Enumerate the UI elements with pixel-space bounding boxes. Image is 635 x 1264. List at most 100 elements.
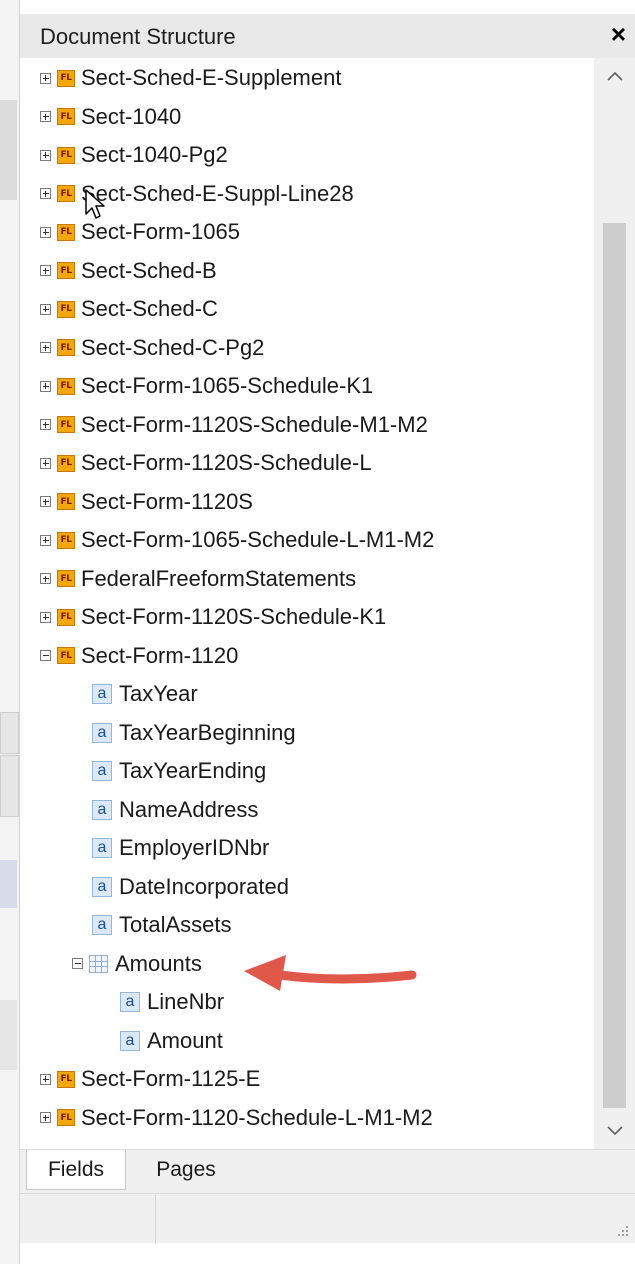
section-folder-icon: FL [57, 108, 75, 125]
collapse-icon[interactable] [40, 650, 51, 661]
section-folder-icon: FL [57, 339, 75, 356]
tree-item-label: Sect-Form-1120S-Schedule-K1 [81, 604, 387, 629]
tree-item-label: Sect-Form-1120 [81, 642, 239, 668]
vertical-scrollbar[interactable] [594, 58, 635, 1149]
tree-field-item[interactable]: a TaxYear [92, 676, 198, 712]
tree-field-item[interactable]: a LineNbr [120, 984, 224, 1020]
tree-item-label: NameAddress [119, 796, 259, 822]
text-field-icon: a [120, 992, 140, 1012]
scroll-up-button[interactable] [594, 58, 635, 94]
section-folder-icon: FL [57, 416, 75, 433]
background-window-strip [0, 0, 19, 1264]
tree-section-item[interactable]: FL Sect-Form-1120S-Schedule-L [40, 445, 372, 481]
section-folder-icon: FL [57, 185, 75, 202]
tree-item-label: Sect-Sched-C [81, 296, 218, 321]
collapse-icon[interactable] [72, 958, 83, 969]
text-field-icon: a [92, 761, 112, 781]
tree-item-label: Amounts [115, 950, 202, 976]
tree-item-label: TotalAssets [119, 912, 232, 937]
tree-table-item[interactable]: Amounts [72, 946, 202, 982]
tree-section-item[interactable]: FL Sect-Form-1120S-Schedule-M1-M2 [40, 407, 428, 443]
section-folder-icon: FL [57, 300, 75, 318]
mouse-cursor-icon [85, 189, 105, 219]
tree-section-item[interactable]: FL Sect-Form-1120 [40, 638, 238, 674]
tree-field-item[interactable]: a NameAddress [92, 792, 258, 828]
expand-icon[interactable] [40, 265, 51, 276]
scroll-down-button[interactable] [594, 1113, 635, 1149]
expand-icon[interactable] [40, 188, 51, 199]
tree-section-item[interactable]: FL Sect-Form-1120S [40, 484, 253, 520]
close-icon[interactable]: × [611, 19, 626, 50]
tree-field-item[interactable]: a EmployerIDNbr [92, 830, 269, 866]
expand-icon[interactable] [40, 573, 51, 584]
tree-section-item[interactable]: FL FederalFreeformStatements [40, 561, 356, 597]
expand-icon[interactable] [40, 534, 51, 546]
background-block [0, 755, 19, 817]
tree-item-label: EmployerIDNbr [119, 835, 270, 860]
tree-section-item[interactable]: FL Sect-Sched-C-Pg2 [40, 330, 264, 366]
resize-grip-icon[interactable] [615, 1223, 629, 1237]
tree-section-item[interactable]: FL Sect-Form-1065 [40, 214, 240, 250]
tree-item-label: Sect-Form-1120S [81, 488, 253, 514]
tree-field-item[interactable]: a Amount [120, 1023, 223, 1059]
status-bar [20, 1193, 635, 1244]
expand-icon[interactable] [40, 303, 51, 315]
tree-section-item[interactable]: FL Sect-Sched-E-Supplement [40, 60, 341, 96]
tree-item-label: Sect-Sched-E-Suppl-Line28 [81, 180, 354, 206]
tree-item-label: LineNbr [147, 989, 225, 1014]
tree-item-label: Sect-Form-1120S-Schedule-M1-M2 [81, 411, 428, 437]
scrollbar-thumb[interactable] [603, 223, 626, 1108]
tab-fields[interactable]: Fields [26, 1150, 126, 1190]
tree-item-label: Sect-Form-1120S-Schedule-L [81, 450, 372, 475]
tree-section-item[interactable]: FL Sect-Form-1120-Schedule-L-M1-M2 [40, 1100, 433, 1136]
tree-section-item[interactable]: FL Sect-Sched-C [40, 291, 218, 327]
section-folder-icon: FL [57, 454, 75, 472]
tree-item-label: Sect-Sched-C-Pg2 [81, 334, 265, 360]
section-folder-icon: FL [57, 1070, 75, 1088]
tree-section-item[interactable]: FL Sect-Form-1065-Schedule-K1 [40, 368, 373, 404]
expand-icon[interactable] [40, 111, 51, 122]
expand-icon[interactable] [40, 226, 51, 238]
tree-item-label: TaxYear [119, 681, 198, 706]
expand-icon[interactable] [40, 1112, 51, 1123]
tree-item-label: TaxYearEnding [119, 758, 267, 783]
tree-field-item[interactable]: a TotalAssets [92, 907, 232, 943]
tree-section-item[interactable]: FL Sect-1040-Pg2 [40, 137, 228, 173]
panel-tabs: Fields Pages [20, 1149, 635, 1193]
tree-field-item[interactable]: a TaxYearEnding [92, 753, 266, 789]
tree-section-item[interactable]: FL Sect-1040 [40, 99, 181, 135]
tree-section-item[interactable]: FL Sect-Form-1065-Schedule-L-M1-M2 [40, 522, 434, 558]
tree-item-label: Sect-Form-1065-Schedule-K1 [81, 373, 374, 398]
status-divider [155, 1194, 156, 1244]
expand-icon[interactable] [40, 72, 51, 84]
chevron-up-icon [606, 71, 623, 81]
tree-item-label: Sect-1040-Pg2 [81, 142, 228, 167]
tree-item-label: DateIncorporated [119, 873, 289, 899]
tree-item-label: Sect-Sched-E-Supplement [81, 65, 342, 90]
section-folder-icon: FL [57, 146, 75, 164]
tree-section-item[interactable]: FL Sect-Sched-B [40, 253, 217, 289]
expand-icon[interactable] [40, 457, 51, 469]
expand-icon[interactable] [40, 611, 51, 623]
section-folder-icon: FL [57, 1109, 75, 1126]
tree-section-item[interactable]: FL Sect-Form-1125-E [40, 1061, 260, 1097]
panel-title: Document Structure [40, 24, 236, 49]
expand-icon[interactable] [40, 496, 51, 507]
tree-section-item[interactable]: FL Sect-Form-1120S-Schedule-K1 [40, 599, 386, 635]
text-field-icon: a [92, 799, 112, 820]
expand-icon[interactable] [40, 1073, 51, 1085]
expand-icon[interactable] [40, 380, 51, 392]
expand-icon[interactable] [40, 419, 51, 430]
table-grid-icon [89, 954, 108, 973]
tree-item-label: Amount [147, 1027, 223, 1053]
background-block [0, 1000, 17, 1070]
tree-item-label: Sect-Form-1120-Schedule-L-M1-M2 [81, 1104, 433, 1130]
expand-icon[interactable] [40, 149, 51, 161]
document-structure-panel: Document Structure × FL Sect-Sched-E-Supp… [19, 0, 635, 1264]
tree-field-item[interactable]: a TaxYearBeginning [92, 715, 296, 751]
tab-pages[interactable]: Pages [136, 1150, 236, 1190]
expand-icon[interactable] [40, 342, 51, 353]
tree-field-item[interactable]: a DateIncorporated [92, 869, 289, 905]
text-field-icon: a [92, 722, 112, 743]
background-block [0, 100, 17, 200]
